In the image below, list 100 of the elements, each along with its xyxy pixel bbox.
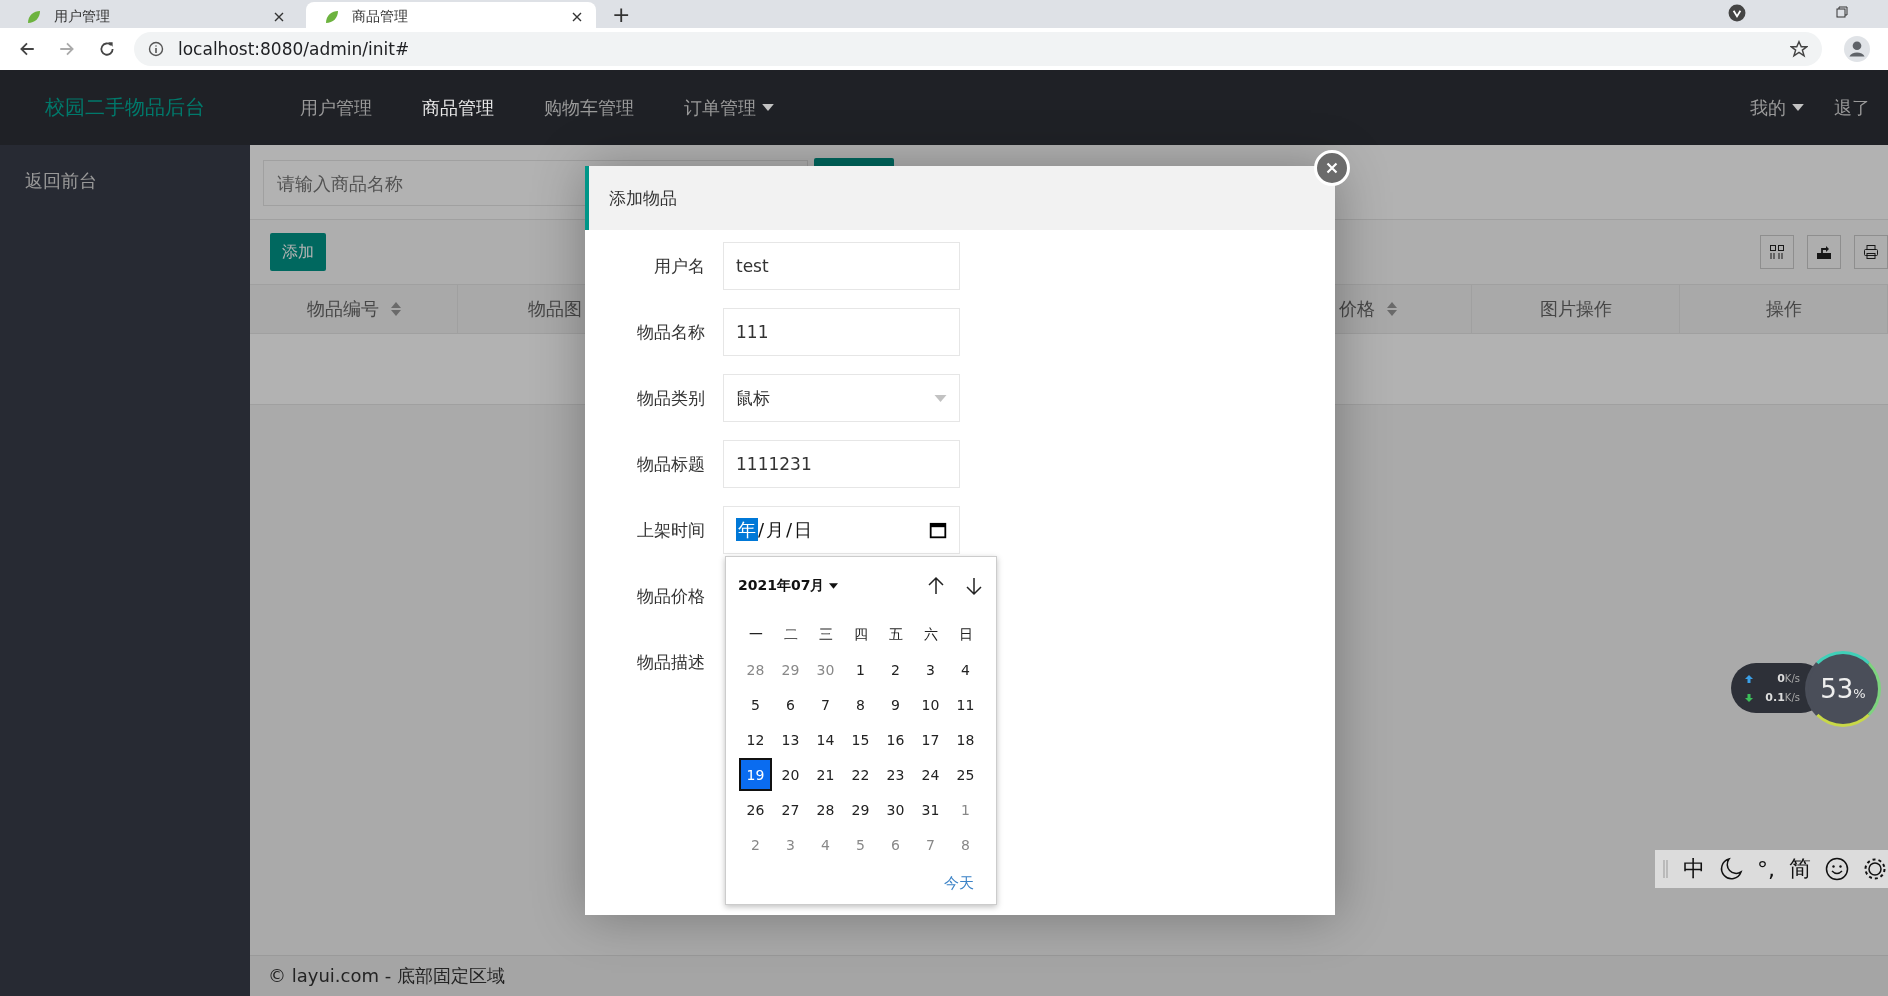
calendar-day[interactable]: 24 (913, 757, 948, 792)
back-icon[interactable] (18, 40, 36, 58)
leaf-icon (324, 9, 340, 25)
input-field[interactable]: test (723, 242, 960, 290)
field-label: 物品价格 (636, 584, 706, 608)
field-label: 用户名 (653, 254, 706, 278)
restore-icon[interactable] (1836, 6, 1848, 18)
down-arrow-icon[interactable] (964, 576, 984, 596)
calendar-day[interactable]: 22 (843, 757, 878, 792)
reload-icon[interactable] (98, 40, 116, 58)
close-icon[interactable] (572, 12, 582, 22)
input-field[interactable]: 1111231 (723, 440, 960, 488)
calendar-day[interactable]: 1 (843, 652, 878, 687)
nav-item[interactable]: 订单管理 (684, 95, 774, 120)
calendar-day[interactable]: 5 (843, 827, 878, 862)
ime-button[interactable]: 简 (1789, 854, 1811, 884)
weekday-label: 四 (852, 624, 869, 644)
calendar-day[interactable]: 27 (773, 792, 808, 827)
calendar-day[interactable]: 4 (808, 827, 843, 862)
calendar-day[interactable]: 12 (738, 722, 773, 757)
footer-text: © layui.com - 底部固定区域 (268, 964, 505, 988)
calendar-day[interactable]: 9 (878, 687, 913, 722)
calendar-day[interactable]: 28 (738, 652, 773, 687)
calendar-day[interactable]: 29 (773, 652, 808, 687)
calendar-day[interactable]: 21 (808, 757, 843, 792)
field-label: 物品类别 (636, 386, 706, 410)
calendar-day[interactable]: 11 (948, 687, 983, 722)
calendar-day[interactable]: 16 (878, 722, 913, 757)
info-icon (148, 41, 164, 57)
profile-icon[interactable] (1844, 36, 1870, 62)
nav-item[interactable]: 用户管理 (300, 95, 372, 120)
ime-button[interactable]: °, (1757, 856, 1775, 882)
export-button[interactable] (1807, 235, 1841, 269)
calendar-day[interactable]: 6 (878, 827, 913, 862)
input-field[interactable]: 111 (723, 308, 960, 356)
calendar-day[interactable]: 8 (948, 827, 983, 862)
nav-item[interactable]: 商品管理 (422, 95, 494, 120)
weekday-label: 三 (817, 624, 834, 644)
select-field[interactable]: 鼠标 (723, 374, 960, 422)
calendar-day[interactable]: 2 (878, 652, 913, 687)
calendar-day[interactable]: 3 (913, 652, 948, 687)
grip-icon[interactable] (1663, 858, 1669, 880)
columns-icon (1769, 244, 1785, 260)
calendar-day[interactable]: 30 (878, 792, 913, 827)
calendar-day[interactable]: 1 (948, 792, 983, 827)
date-field[interactable]: 年/月/日 (723, 506, 960, 554)
calendar-day[interactable]: 23 (878, 757, 913, 792)
weekday-label: 一 (747, 624, 764, 644)
calendar-day[interactable]: 7 (808, 687, 843, 722)
nav-item[interactable]: 购物车管理 (544, 95, 634, 120)
star-icon[interactable] (1790, 40, 1808, 58)
column-header: 操作 (1680, 285, 1888, 333)
gear-icon[interactable] (1863, 857, 1887, 881)
calendar-day[interactable]: 7 (913, 827, 948, 862)
print-icon (1863, 244, 1879, 260)
close-icon[interactable] (274, 12, 284, 22)
calendar-day[interactable]: 8 (843, 687, 878, 722)
column-header[interactable]: 物品编号 (250, 285, 458, 333)
print-button[interactable] (1854, 235, 1888, 269)
calendar-day[interactable]: 20 (773, 757, 808, 792)
ime-button[interactable]: 中 (1683, 854, 1705, 884)
new-tab-button[interactable]: + (612, 2, 631, 28)
columns-button[interactable] (1760, 235, 1794, 269)
calendar-day[interactable]: 18 (948, 722, 983, 757)
calendar-day[interactable]: 28 (808, 792, 843, 827)
calendar-day[interactable]: 31 (913, 792, 948, 827)
browser-tab[interactable]: 用户管理 (8, 2, 298, 32)
calendar-day[interactable]: 25 (948, 757, 983, 792)
calendar-day[interactable]: 13 (773, 722, 808, 757)
calendar-day[interactable]: 15 (843, 722, 878, 757)
up-arrow-icon[interactable] (926, 576, 946, 596)
upload-arrow-icon (1745, 674, 1753, 683)
address-field[interactable]: localhost:8080/admin/init# (134, 32, 1822, 66)
percent-text: 53% (1820, 674, 1866, 704)
calendar-day[interactable]: 4 (948, 652, 983, 687)
today-link[interactable]: 今天 (944, 874, 974, 893)
calendar-day[interactable]: 5 (738, 687, 773, 722)
logout-link[interactable]: 退了 (1834, 95, 1870, 120)
weekday-label: 六 (922, 624, 939, 644)
calendar-day[interactable]: 19 (739, 758, 772, 791)
field-label: 物品标题 (636, 452, 706, 476)
calendar-day[interactable]: 2 (738, 827, 773, 862)
smiley-icon[interactable] (1825, 857, 1849, 881)
calendar-day[interactable]: 29 (843, 792, 878, 827)
sidebar-item[interactable]: 返回前台 (0, 159, 250, 203)
calendar-day[interactable]: 30 (808, 652, 843, 687)
calendar-icon[interactable] (929, 521, 947, 539)
calendar-day[interactable]: 6 (773, 687, 808, 722)
calendar-day[interactable]: 14 (808, 722, 843, 757)
weekday-label: 五 (887, 624, 904, 644)
shield-icon[interactable] (1728, 4, 1746, 22)
calendar-day[interactable]: 17 (913, 722, 948, 757)
user-menu[interactable]: 我的 (1750, 95, 1804, 120)
calendar-day[interactable]: 3 (773, 827, 808, 862)
field-label: 上架时间 (636, 518, 706, 542)
month-selector[interactable]: 2021年07月 (738, 577, 839, 595)
calendar-day[interactable]: 26 (738, 792, 773, 827)
moon-icon[interactable] (1719, 857, 1743, 881)
calendar-day[interactable]: 10 (913, 687, 948, 722)
caret-icon (934, 394, 947, 402)
